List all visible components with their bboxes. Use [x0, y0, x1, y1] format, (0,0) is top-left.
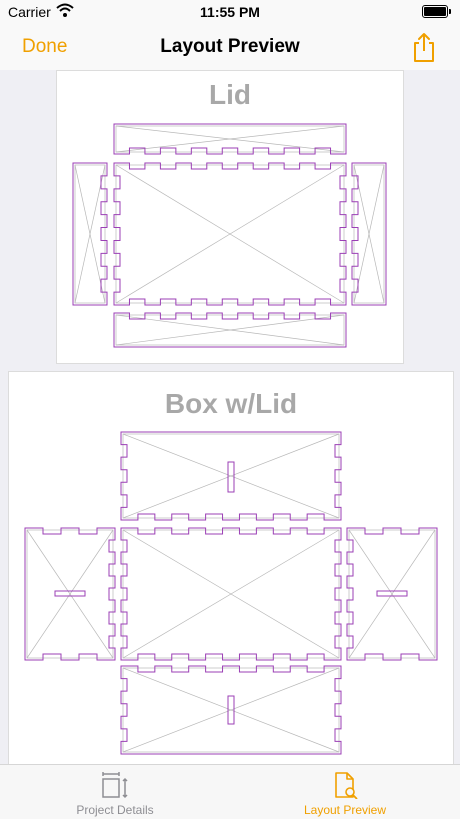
- tab-layout-preview[interactable]: Layout Preview: [230, 765, 460, 819]
- lid-bottom-panel: [113, 312, 347, 348]
- resize-icon: [102, 772, 128, 799]
- box-back-panel: [120, 431, 342, 521]
- tab-bar: Project Details Layout Preview: [0, 764, 460, 819]
- box-floor-panel: [120, 527, 342, 661]
- box-front-panel: [120, 665, 342, 755]
- document-search-icon: [335, 772, 358, 799]
- lid-main-panel: [113, 162, 347, 306]
- navigation-bar: Done Layout Preview: [0, 26, 460, 70]
- status-bar: Carrier 11:55 PM: [0, 0, 460, 26]
- lid-layout-card: Lid: [56, 70, 404, 364]
- box-right-panel: [346, 527, 438, 661]
- box-left-panel: [24, 527, 116, 661]
- page-title: Layout Preview: [160, 36, 300, 57]
- tab-project-details-label: Project Details: [76, 803, 154, 817]
- box-layout-card: Box w/Lid: [8, 371, 454, 764]
- lid-left-panel: [72, 162, 108, 306]
- box-layout-drawing: [24, 431, 438, 755]
- battery-icon: [422, 5, 451, 18]
- lid-top-panel: [113, 123, 347, 155]
- tab-project-details[interactable]: Project Details: [0, 765, 230, 819]
- lid-right-panel: [351, 162, 387, 306]
- lid-layout-drawing: [72, 123, 387, 348]
- status-time: 11:55 PM: [200, 4, 260, 20]
- layout-scroll-area[interactable]: Lid Box w/Lid: [0, 70, 460, 764]
- tab-layout-preview-label: Layout Preview: [303, 803, 387, 817]
- share-icon[interactable]: [410, 31, 438, 63]
